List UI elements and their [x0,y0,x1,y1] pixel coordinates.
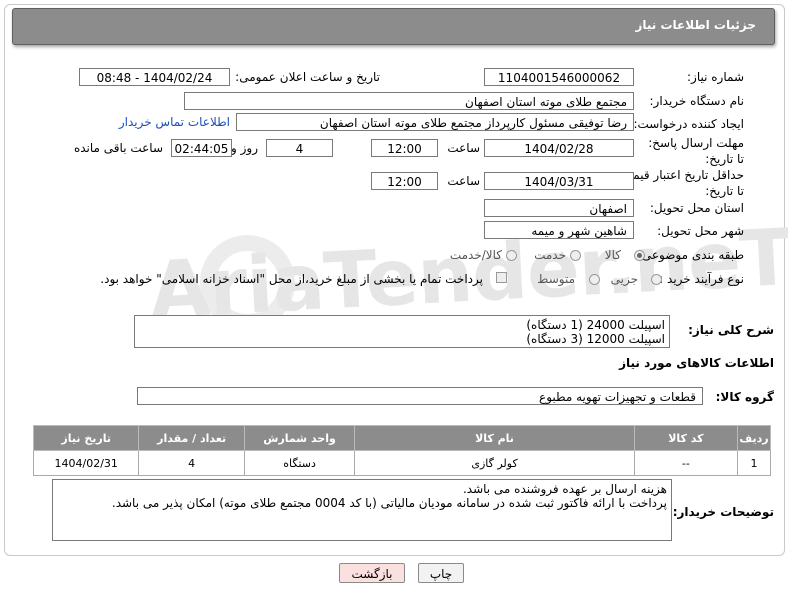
process-minor-radio[interactable] [651,274,662,285]
items-table: ردیف کد کالا نام کالا واحد شمارش تعداد /… [32,425,771,476]
table-header-row: ردیف کد کالا نام کالا واحد شمارش تعداد /… [32,425,771,451]
buyer-contact-link[interactable]: اطلاعات تماس خریدار [119,115,230,129]
col-date-header: تاریخ نیاز [32,425,140,451]
creator-field: رضا توفیقی مسئول کارپرداز مجتمع طلای موت… [236,113,634,131]
price-date-field: 1404/03/31 [484,172,634,190]
days-label: روز و [231,141,258,155]
goods-group-label: گروه کالا: [715,390,774,404]
back-button[interactable]: بازگشت [339,563,405,583]
buyer-org-field: مجتمع طلای موته استان اصفهان [184,92,634,110]
cell-date: 1404/02/31 [32,450,140,476]
remaining-time-label: ساعت باقی مانده [73,141,163,155]
buyer-notes-label: توضیحات خریدار: [672,505,774,519]
col-code-header: کد کالا [633,425,739,451]
col-qty-header: تعداد / مقدار [138,425,245,451]
category-goods-label: کالا [604,248,621,262]
col-unit-header: واحد شمارش [243,425,356,451]
reply-time-label: ساعت [447,141,480,155]
process-medium-radio[interactable] [589,274,600,285]
category-both-radio[interactable] [506,250,517,261]
category-label: طبقه بندی موضوعی: [637,248,744,262]
buyer-org-label: نام دستگاه خریدار: [649,94,745,108]
description-label: شرح کلی نیاز: [688,323,774,337]
reply-time-field: 12:00 [371,139,438,157]
cell-code: -- [633,450,739,476]
reply-date-field: 1404/02/28 [484,139,634,157]
announce-date-field: 1404/02/24 - 08:48 [79,68,230,86]
days-count-field: 4 [266,139,333,157]
items-section-title: اطلاعات کالاهای مورد نیاز [619,356,774,370]
description-textarea[interactable]: اسپیلت 24000 (1 دستگاه) اسپیلت 12000 (3 … [134,315,670,348]
creator-label: ایجاد کننده درخواست: [633,117,744,131]
cell-name: کولر گازی [354,450,635,476]
page-title: جزئیات اطلاعات نیاز [635,18,756,32]
reply-deadline-label: مهلت ارسال پاسخ: تا تاریخ: [648,136,744,166]
process-minor-label: جزیی [610,272,638,286]
process-type-label: نوع فرآیند خرید : [659,272,744,286]
cell-row: 1 [737,450,771,476]
goods-group-field: قطعات و تجهیزات تهویه مطبوع [137,387,703,405]
print-button[interactable]: چاپ [418,563,464,583]
category-service-radio[interactable] [570,250,581,261]
price-time-field: 12:00 [371,172,438,190]
province-field: اصفهان [484,199,634,217]
cell-qty: 4 [138,450,245,476]
treasury-payment-note: پرداخت تمام یا بخشی از مبلغ خرید،از محل … [100,272,483,286]
category-both-label: کالا/خدمت [449,248,502,262]
process-medium-label: متوسط [537,272,575,286]
category-goods-radio[interactable] [634,250,645,261]
remaining-time-field: 02:44:05 [171,139,232,157]
col-row-header: ردیف [737,425,771,451]
city-field: شاهین شهر و میمه [484,221,634,239]
category-service-label: خدمت [534,248,566,262]
province-label: استان محل تحویل: [649,201,744,215]
page-header: جزئیات اطلاعات نیاز [12,8,775,45]
cell-unit: دستگاه [243,450,356,476]
treasury-payment-checkbox[interactable] [496,272,507,283]
need-number-field: 1104001546000062 [484,68,634,86]
table-row: 1 -- کولر گازی دستگاه 4 1404/02/31 [32,450,771,476]
buyer-notes-textarea[interactable]: هزینه ارسال بر عهده فروشنده می باشد. پرد… [52,479,672,541]
col-name-header: نام کالا [354,425,635,451]
price-time-label: ساعت [447,174,480,188]
announce-date-label: تاریخ و ساعت اعلان عمومی: [235,70,380,84]
city-label: شهر محل تحویل: [657,224,744,238]
need-number-label: شماره نیاز: [687,70,744,84]
